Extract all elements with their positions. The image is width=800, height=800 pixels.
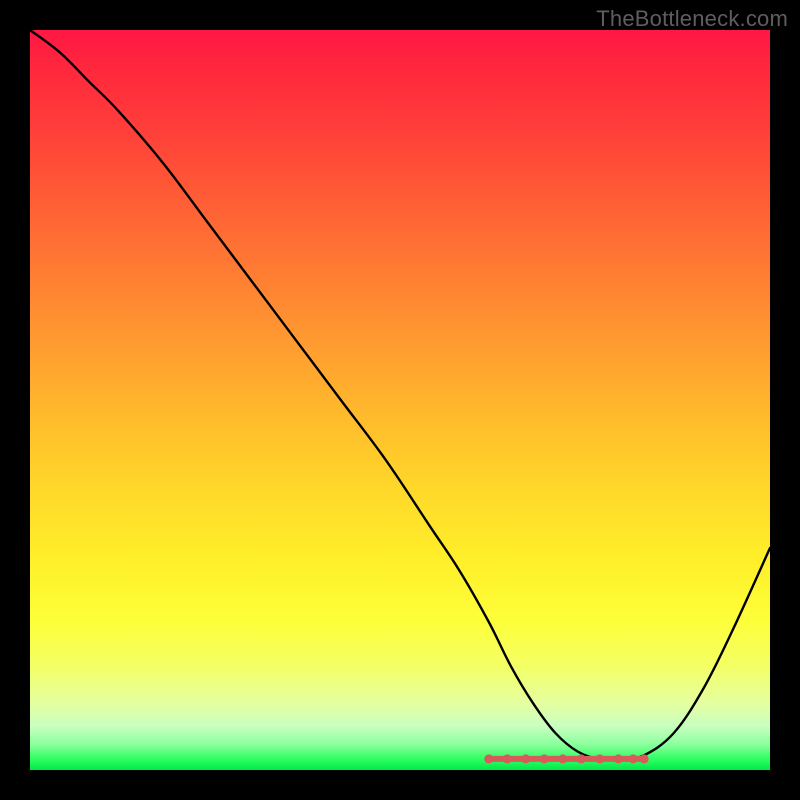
sweet-spot-dot [521, 754, 530, 763]
sweet-spot-dot [614, 754, 623, 763]
sweet-spot-dot [595, 754, 604, 763]
sweet-spot-dot [540, 754, 549, 763]
sweet-spot-dot [558, 754, 567, 763]
watermark-text: TheBottleneck.com [596, 6, 788, 32]
sweet-spot-dot [484, 754, 493, 763]
sweet-spot-dot [640, 754, 649, 763]
chart-frame [30, 30, 770, 770]
chart-svg [30, 30, 770, 770]
sweet-spot-dot [629, 754, 638, 763]
sweet-spot-dot [503, 754, 512, 763]
sweet-spot-dot [577, 754, 586, 763]
bottleneck-curve [30, 30, 770, 760]
